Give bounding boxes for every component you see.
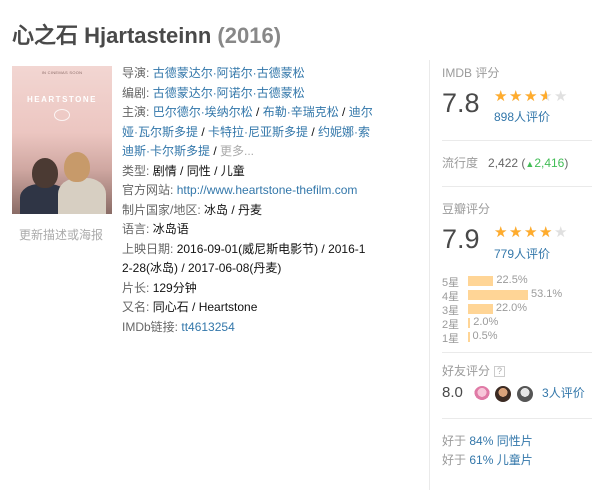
friends-rating-label: 好友评分? — [442, 362, 506, 379]
divider — [442, 418, 592, 419]
star-filled-icon: ★ — [524, 225, 538, 240]
website-link[interactable]: http://www.heartstone-thefilm.com — [177, 183, 358, 197]
douban-score: 7.9 — [442, 224, 480, 254]
rating-dist-bar — [468, 276, 494, 286]
info-aka: 又名: 同心石 / Heartstone — [122, 300, 258, 314]
imdb-score: 7.8 — [442, 88, 480, 118]
star-filled-icon: ★ — [524, 89, 538, 104]
info-website: 官方网站: http://www.heartstone-thefilm.com — [122, 183, 358, 197]
star-filled-icon: ★ — [494, 89, 508, 104]
star-filled-icon: ★ — [539, 225, 553, 240]
better-than-link-2[interactable]: 61% 儿童片 — [469, 453, 532, 467]
info-runtime: 片长: 129分钟 — [122, 280, 197, 295]
popularity-label: 流行度 — [442, 156, 479, 170]
poster-top-text: IN CINEMAS SOON — [41, 70, 83, 75]
poster-title-text: HEARTSTONE — [27, 95, 97, 104]
info-imdb: IMDb链接: tt4613254 — [122, 319, 235, 334]
avatar[interactable] — [474, 385, 490, 402]
panel-divider — [429, 60, 430, 490]
cast-link-1[interactable]: 巴尔德尔·埃纳尔松 — [153, 105, 253, 119]
movie-info: 导演: 古德蒙达尔·阿诺尔·古德蒙松 编剧: 古德蒙达尔·阿诺尔·古德蒙松 主演… — [122, 64, 374, 337]
friends-votes-link[interactable]: 3人评价 — [542, 386, 585, 400]
popularity-value: 2,422 — [488, 156, 519, 170]
poster-figure-2 — [58, 178, 106, 214]
info-release-date: 上映日期: 2016-09-01(威尼斯电影节) / 2016-1 — [122, 241, 366, 256]
info-language: 语言: 冰岛语 — [122, 222, 189, 236]
rating-dist-percent: 53.1% — [531, 288, 563, 300]
star-icon: ★ — [554, 224, 568, 241]
rating-dist-percent: 0.5% — [472, 330, 498, 342]
divider — [442, 352, 592, 353]
douban-rating-label: 豆瓣评分 — [442, 202, 491, 216]
imdb-rating-label: IMDB 评分 — [442, 66, 500, 80]
rating-dist-percent: 22.5% — [496, 274, 528, 286]
rating-dist-label: 1星 — [442, 333, 460, 345]
rating-dist-bar — [468, 318, 471, 328]
popularity-change: 2,416 — [534, 156, 565, 170]
imdb-link[interactable]: tt4613254 — [181, 320, 234, 334]
avatar[interactable] — [495, 385, 512, 402]
douban-stars: ★ ★ ★ ★ ★ ★ ★ ★ ★ — [494, 225, 569, 240]
divider — [442, 186, 592, 187]
popularity: 流行度 2,422 (▲2,416) — [442, 156, 569, 170]
update-description-link[interactable]: 更新描述或海报 — [19, 226, 103, 243]
friends-score: 8.0 — [442, 384, 463, 401]
poster-head-1 — [32, 158, 58, 188]
movie-poster[interactable]: IN CINEMAS SOON HEARTSTONE — [12, 66, 112, 214]
rating-dist-percent: 22.0% — [495, 302, 528, 314]
star-icon: ★ — [554, 88, 568, 105]
up-arrow-icon: ▲ — [525, 159, 535, 169]
douban-votes-link[interactable]: 779人评价 — [494, 245, 550, 262]
star-filled-icon: ★ — [509, 225, 523, 240]
movie-title: 心之石 Hjartasteinn (2016) — [12, 18, 281, 50]
imdb-votes-link[interactable]: 898人评价 — [494, 108, 550, 125]
title-cn: 心之石 — [12, 23, 79, 48]
imdb-stars: ★ ★ ★ ★ ★ ★ ★ ★ ★ — [494, 89, 569, 104]
poster-laurel-icon — [54, 109, 70, 121]
info-release-date-cont: 2-28(冰岛) / 2017-06-08(丹麦) — [122, 261, 282, 275]
friend-avatars: 3人评价 — [474, 384, 585, 402]
info-director: 导演: 古德蒙达尔·阿诺尔·古德蒙松 — [122, 66, 305, 80]
director-link[interactable]: 古德蒙达尔·阿诺尔·古德蒙松 — [153, 66, 305, 80]
writer-link[interactable]: 古德蒙达尔·阿诺尔·古德蒙松 — [153, 86, 305, 100]
better-than-2: 好于 61% 儿童片 — [442, 453, 533, 467]
cast-link-4[interactable]: 卡特拉·尼亚斯多提 — [208, 125, 308, 139]
rating-dist-bar — [468, 332, 470, 342]
avatar[interactable] — [516, 385, 533, 402]
better-than-link-1[interactable]: 84% 同性片 — [469, 434, 532, 448]
star-filled-icon: ★ — [494, 225, 508, 240]
rating-dist-bar — [468, 290, 528, 300]
rating-dist-bar — [468, 304, 493, 314]
help-icon[interactable]: ? — [494, 366, 506, 378]
better-than-1: 好于 84% 同性片 — [442, 434, 533, 448]
star-filled-icon: ★ — [509, 89, 523, 104]
star-filled-icon: ★ — [539, 89, 547, 104]
cast-link-2[interactable]: 布勒·辛瑞克松 — [263, 105, 339, 119]
info-genre: 类型: 剧情 / 同性 / 儿童 — [122, 163, 245, 178]
cast-more-link[interactable]: 更多... — [220, 144, 254, 158]
info-country: 制片国家/地区: 冰岛 / 丹麦 — [122, 202, 263, 217]
divider — [442, 140, 592, 141]
poster-head-2 — [64, 152, 90, 182]
info-writer: 编剧: 古德蒙达尔·阿诺尔·古德蒙松 — [122, 85, 305, 100]
info-cast: 主演: 巴尔德尔·埃纳尔松 / 布勒·辛瑞克松 / 迪尔娅·瓦尔斯多提 / 卡特… — [122, 105, 373, 158]
title-year: (2016) — [217, 23, 282, 48]
title-en: Hjartasteinn — [84, 23, 212, 48]
rating-dist-percent: 2.0% — [473, 316, 499, 328]
